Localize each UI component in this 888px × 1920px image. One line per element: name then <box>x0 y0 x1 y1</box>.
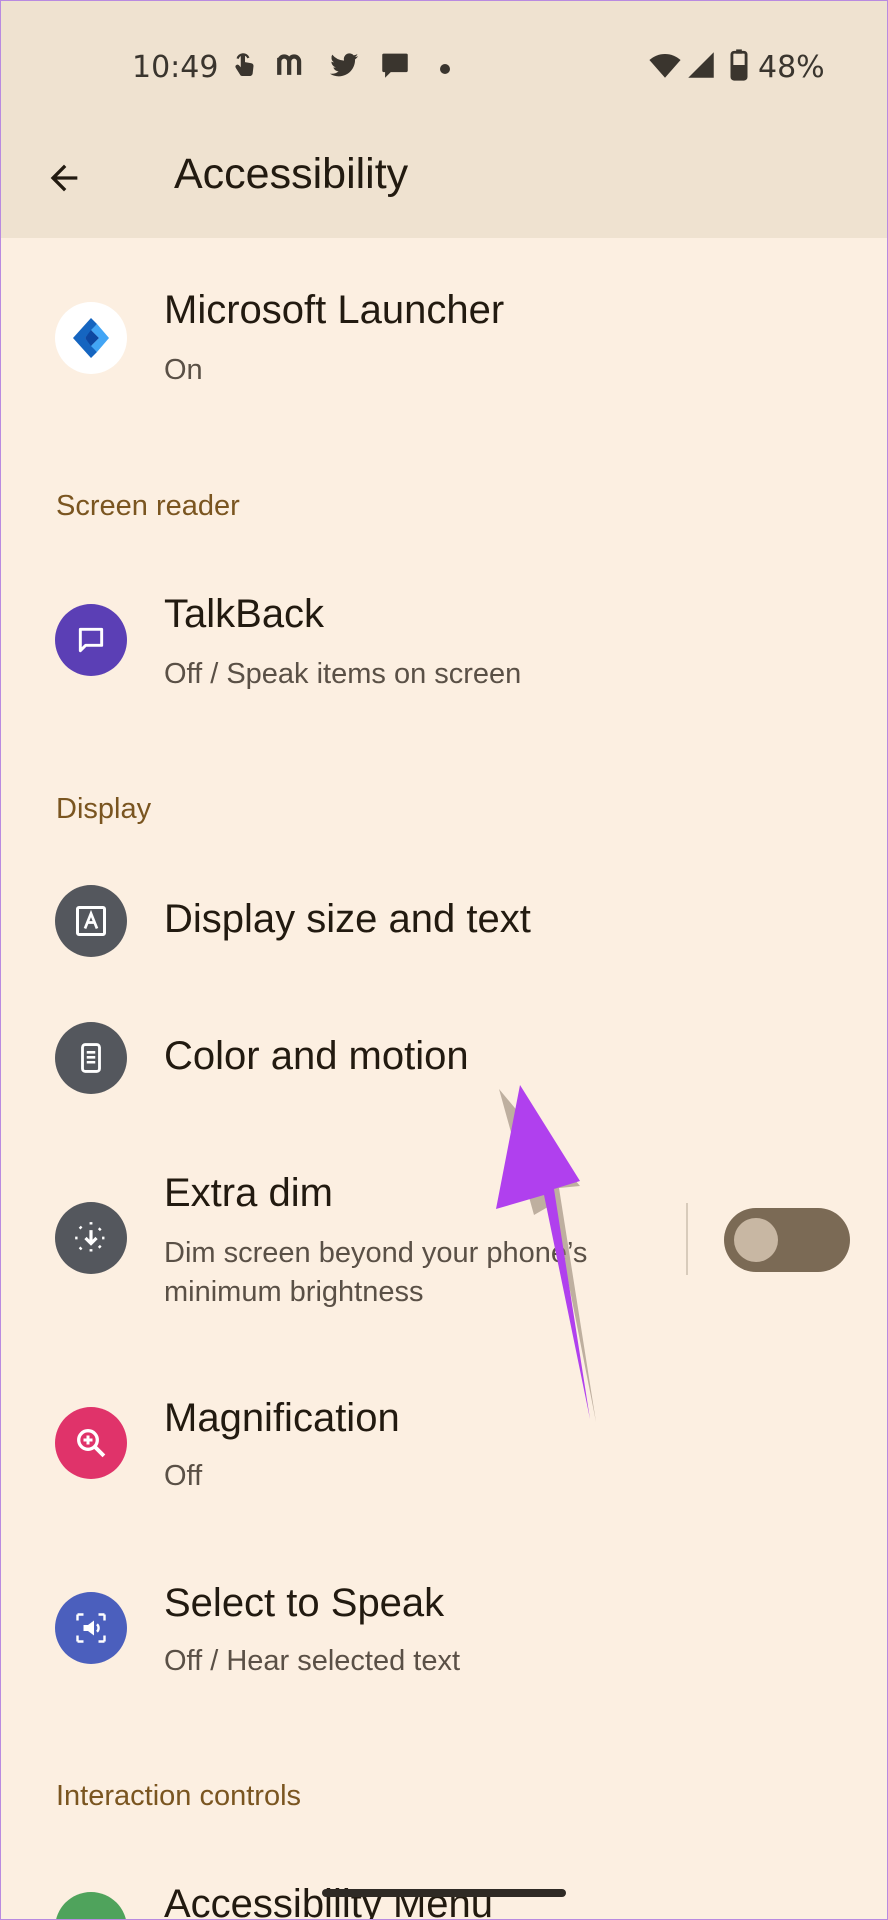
text-size-icon <box>55 885 127 957</box>
microsoft-launcher-title: Microsoft Launcher <box>164 288 505 332</box>
touch-icon <box>228 48 262 82</box>
magnification-item[interactable]: Magnification Off <box>0 1370 888 1515</box>
more-notifications-dot <box>440 64 450 74</box>
toggle-knob <box>734 1218 778 1262</box>
phone-list-icon <box>55 1022 127 1094</box>
twitter-icon <box>327 48 361 82</box>
display-size-item[interactable]: Display size and text <box>0 870 888 975</box>
signal-icon <box>684 48 718 82</box>
section-screen-reader: Screen reader <box>56 490 240 522</box>
status-time: 10:49 <box>132 50 219 85</box>
talkback-subtitle: Off / Speak items on screen <box>164 658 522 690</box>
page-title: Accessibility <box>174 150 409 198</box>
menu-icon <box>55 1892 127 1920</box>
battery-percent: 48% <box>758 50 825 85</box>
annotation-arrow <box>496 1085 596 1422</box>
zoom-icon <box>55 1407 127 1479</box>
extra-dim-toggle[interactable] <box>724 1208 850 1272</box>
wifi-icon <box>648 48 682 82</box>
message-icon <box>55 604 127 676</box>
select-to-speak-item[interactable]: Select to Speak Off / Hear selected text <box>0 1555 888 1700</box>
magnification-status: Off <box>164 1460 203 1492</box>
extra-dim-subtitle-line2: minimum brightness <box>164 1276 424 1308</box>
dim-icon <box>55 1202 127 1274</box>
section-interaction-controls: Interaction controls <box>56 1780 302 1812</box>
accessibility-menu-title: Accessibility Menu <box>164 1882 494 1920</box>
talkback-item[interactable]: TalkBack Off / Speak items on screen <box>0 570 888 710</box>
app-bar <box>0 0 888 238</box>
microsoft-launcher-item[interactable]: Microsoft Launcher On <box>0 260 888 410</box>
microsoft-launcher-icon <box>55 302 127 374</box>
speaker-icon <box>55 1592 127 1664</box>
back-button[interactable] <box>34 148 94 208</box>
microsoft-launcher-status: On <box>164 354 203 386</box>
section-display: Display <box>56 793 152 825</box>
status-bar: 10:49 48% <box>0 38 888 98</box>
color-motion-item[interactable]: Color and motion <box>0 1005 888 1110</box>
talkback-title: TalkBack <box>164 592 325 636</box>
arrow-left-icon <box>50 164 78 192</box>
m-app-icon <box>275 48 309 82</box>
magnification-title: Magnification <box>164 1396 400 1440</box>
extra-dim-title: Extra dim <box>164 1171 333 1215</box>
select-to-speak-subtitle: Off / Hear selected text <box>164 1645 461 1677</box>
home-gesture-bar[interactable] <box>322 1889 566 1897</box>
color-motion-title: Color and motion <box>164 1034 469 1078</box>
display-size-title: Display size and text <box>164 897 531 941</box>
battery-icon <box>722 48 756 82</box>
toggle-divider <box>686 1203 688 1275</box>
chat-icon <box>378 48 412 82</box>
select-to-speak-title: Select to Speak <box>164 1581 445 1625</box>
